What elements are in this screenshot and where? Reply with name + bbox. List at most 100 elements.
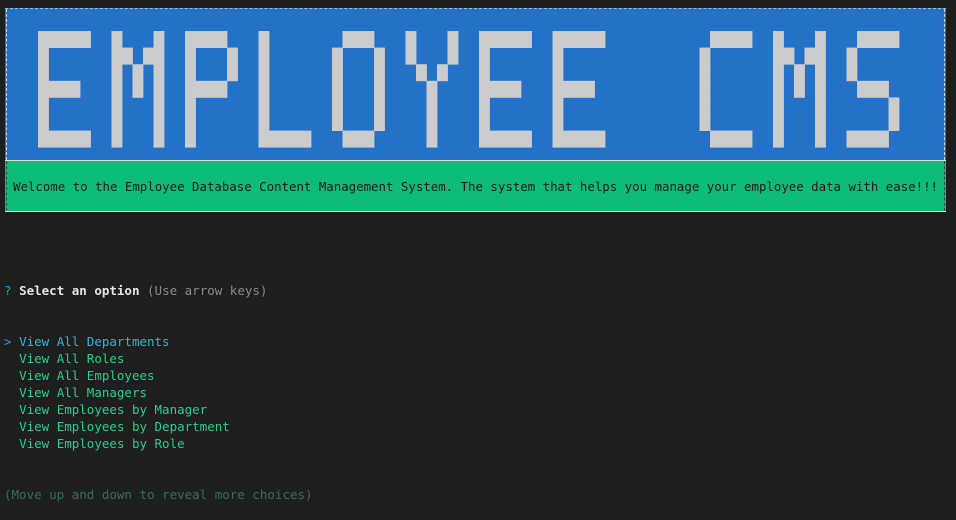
selection-pointer-icon bbox=[4, 368, 12, 383]
title-pixel bbox=[80, 130, 91, 148]
title-pixel bbox=[38, 130, 49, 148]
choice-label: View All Managers bbox=[19, 385, 147, 400]
title-letter bbox=[332, 31, 385, 148]
title-pixel bbox=[185, 47, 196, 65]
title-pixel bbox=[258, 130, 270, 148]
choice-item[interactable]: View All Roles bbox=[4, 350, 313, 367]
title-pixel bbox=[374, 80, 385, 98]
title-pixel bbox=[552, 97, 564, 115]
title-pixel bbox=[132, 64, 144, 82]
choice-item[interactable]: View All Managers bbox=[4, 384, 313, 401]
title-pixel bbox=[479, 114, 490, 131]
title-pixel bbox=[111, 31, 123, 48]
title-pixel bbox=[479, 80, 490, 98]
title-pixel bbox=[185, 114, 196, 131]
title-pixel bbox=[227, 47, 238, 65]
title-pixel bbox=[153, 80, 165, 98]
title-pixel bbox=[804, 47, 816, 65]
title-pixel bbox=[584, 31, 595, 48]
choice-item[interactable]: > View All Departments bbox=[4, 333, 313, 350]
choice-label: View Employees by Manager bbox=[19, 402, 208, 417]
banner-title-art bbox=[38, 31, 900, 148]
title-pixel bbox=[216, 31, 228, 48]
title-pixel bbox=[846, 130, 858, 148]
title-pixel bbox=[332, 47, 343, 65]
title-pixel bbox=[59, 31, 70, 48]
title-pixel bbox=[815, 47, 826, 65]
title-pixel bbox=[699, 47, 711, 65]
title-pixel bbox=[552, 80, 564, 98]
title-pixel bbox=[122, 47, 133, 65]
title-pixel bbox=[216, 80, 228, 98]
title-pixel bbox=[290, 130, 301, 148]
title-pixel bbox=[878, 80, 889, 98]
title-pixel bbox=[552, 114, 564, 131]
title-letter bbox=[846, 31, 900, 148]
title-pixel bbox=[269, 130, 280, 148]
title-pixel bbox=[332, 114, 343, 131]
choice-list[interactable]: > View All Departments View All Roles Vi… bbox=[4, 333, 313, 452]
title-pixel bbox=[332, 97, 343, 115]
title-pixel bbox=[363, 130, 375, 148]
title-pixel bbox=[38, 47, 49, 65]
title-pixel bbox=[185, 80, 196, 98]
title-pixel bbox=[741, 130, 753, 148]
title-pixel bbox=[479, 47, 490, 65]
title-pixel bbox=[720, 130, 732, 148]
title-pixel bbox=[867, 130, 879, 148]
choice-item[interactable]: View Employees by Role bbox=[4, 435, 313, 452]
title-pixel bbox=[38, 114, 49, 131]
title-pixel bbox=[153, 130, 165, 148]
title-letter bbox=[479, 31, 532, 148]
title-letter bbox=[405, 31, 459, 148]
title-pixel bbox=[888, 97, 900, 115]
more-choices-hint: (Move up and down to reveal more choices… bbox=[4, 487, 313, 502]
title-pixel bbox=[374, 64, 385, 82]
title-pixel bbox=[594, 31, 606, 48]
title-pixel bbox=[38, 97, 49, 115]
title-pixel bbox=[195, 31, 207, 48]
choice-item[interactable]: View All Employees bbox=[4, 367, 313, 384]
title-pixel bbox=[342, 31, 354, 48]
title-pixel bbox=[258, 47, 270, 65]
title-pixel bbox=[815, 80, 826, 98]
title-pixel bbox=[867, 31, 879, 48]
title-pixel bbox=[479, 31, 490, 48]
title-pixel bbox=[773, 130, 784, 148]
title-pixel bbox=[699, 97, 711, 115]
title-pixel bbox=[353, 31, 364, 48]
title-pixel bbox=[353, 130, 364, 148]
title-pixel bbox=[479, 130, 490, 148]
title-pixel bbox=[878, 31, 889, 48]
title-pixel bbox=[258, 64, 270, 82]
title-pixel bbox=[510, 130, 522, 148]
title-pixel bbox=[185, 31, 196, 48]
title-pixel bbox=[552, 31, 564, 48]
title-pixel bbox=[815, 97, 826, 115]
title-pixel bbox=[731, 31, 742, 48]
title-pixel bbox=[185, 130, 196, 148]
title-pixel bbox=[773, 64, 784, 82]
choice-item[interactable]: View Employees by Department bbox=[4, 418, 313, 435]
title-pixel bbox=[699, 64, 711, 82]
prompt-question-row: ? Select an option (Use arrow keys) bbox=[4, 282, 313, 299]
title-letter bbox=[111, 31, 165, 148]
title-pixel bbox=[815, 64, 826, 82]
title-pixel bbox=[783, 47, 795, 65]
title-pixel bbox=[206, 80, 217, 98]
title-pixel bbox=[552, 47, 564, 65]
title-pixel bbox=[426, 97, 438, 115]
choice-label: View All Departments bbox=[19, 334, 170, 349]
title-pixel bbox=[48, 80, 60, 98]
title-pixel bbox=[584, 130, 595, 148]
title-pixel bbox=[69, 80, 81, 98]
title-pixel bbox=[699, 80, 711, 98]
selection-pointer-icon bbox=[4, 385, 12, 400]
title-pixel bbox=[153, 114, 165, 131]
choice-item[interactable]: View Employees by Manager bbox=[4, 401, 313, 418]
title-pixel bbox=[405, 31, 417, 48]
select-option-prompt[interactable]: ? Select an option (Use arrow keys) > Vi… bbox=[4, 248, 313, 520]
title-pixel bbox=[258, 80, 270, 98]
title-pixel bbox=[857, 80, 868, 98]
title-pixel bbox=[773, 47, 784, 65]
